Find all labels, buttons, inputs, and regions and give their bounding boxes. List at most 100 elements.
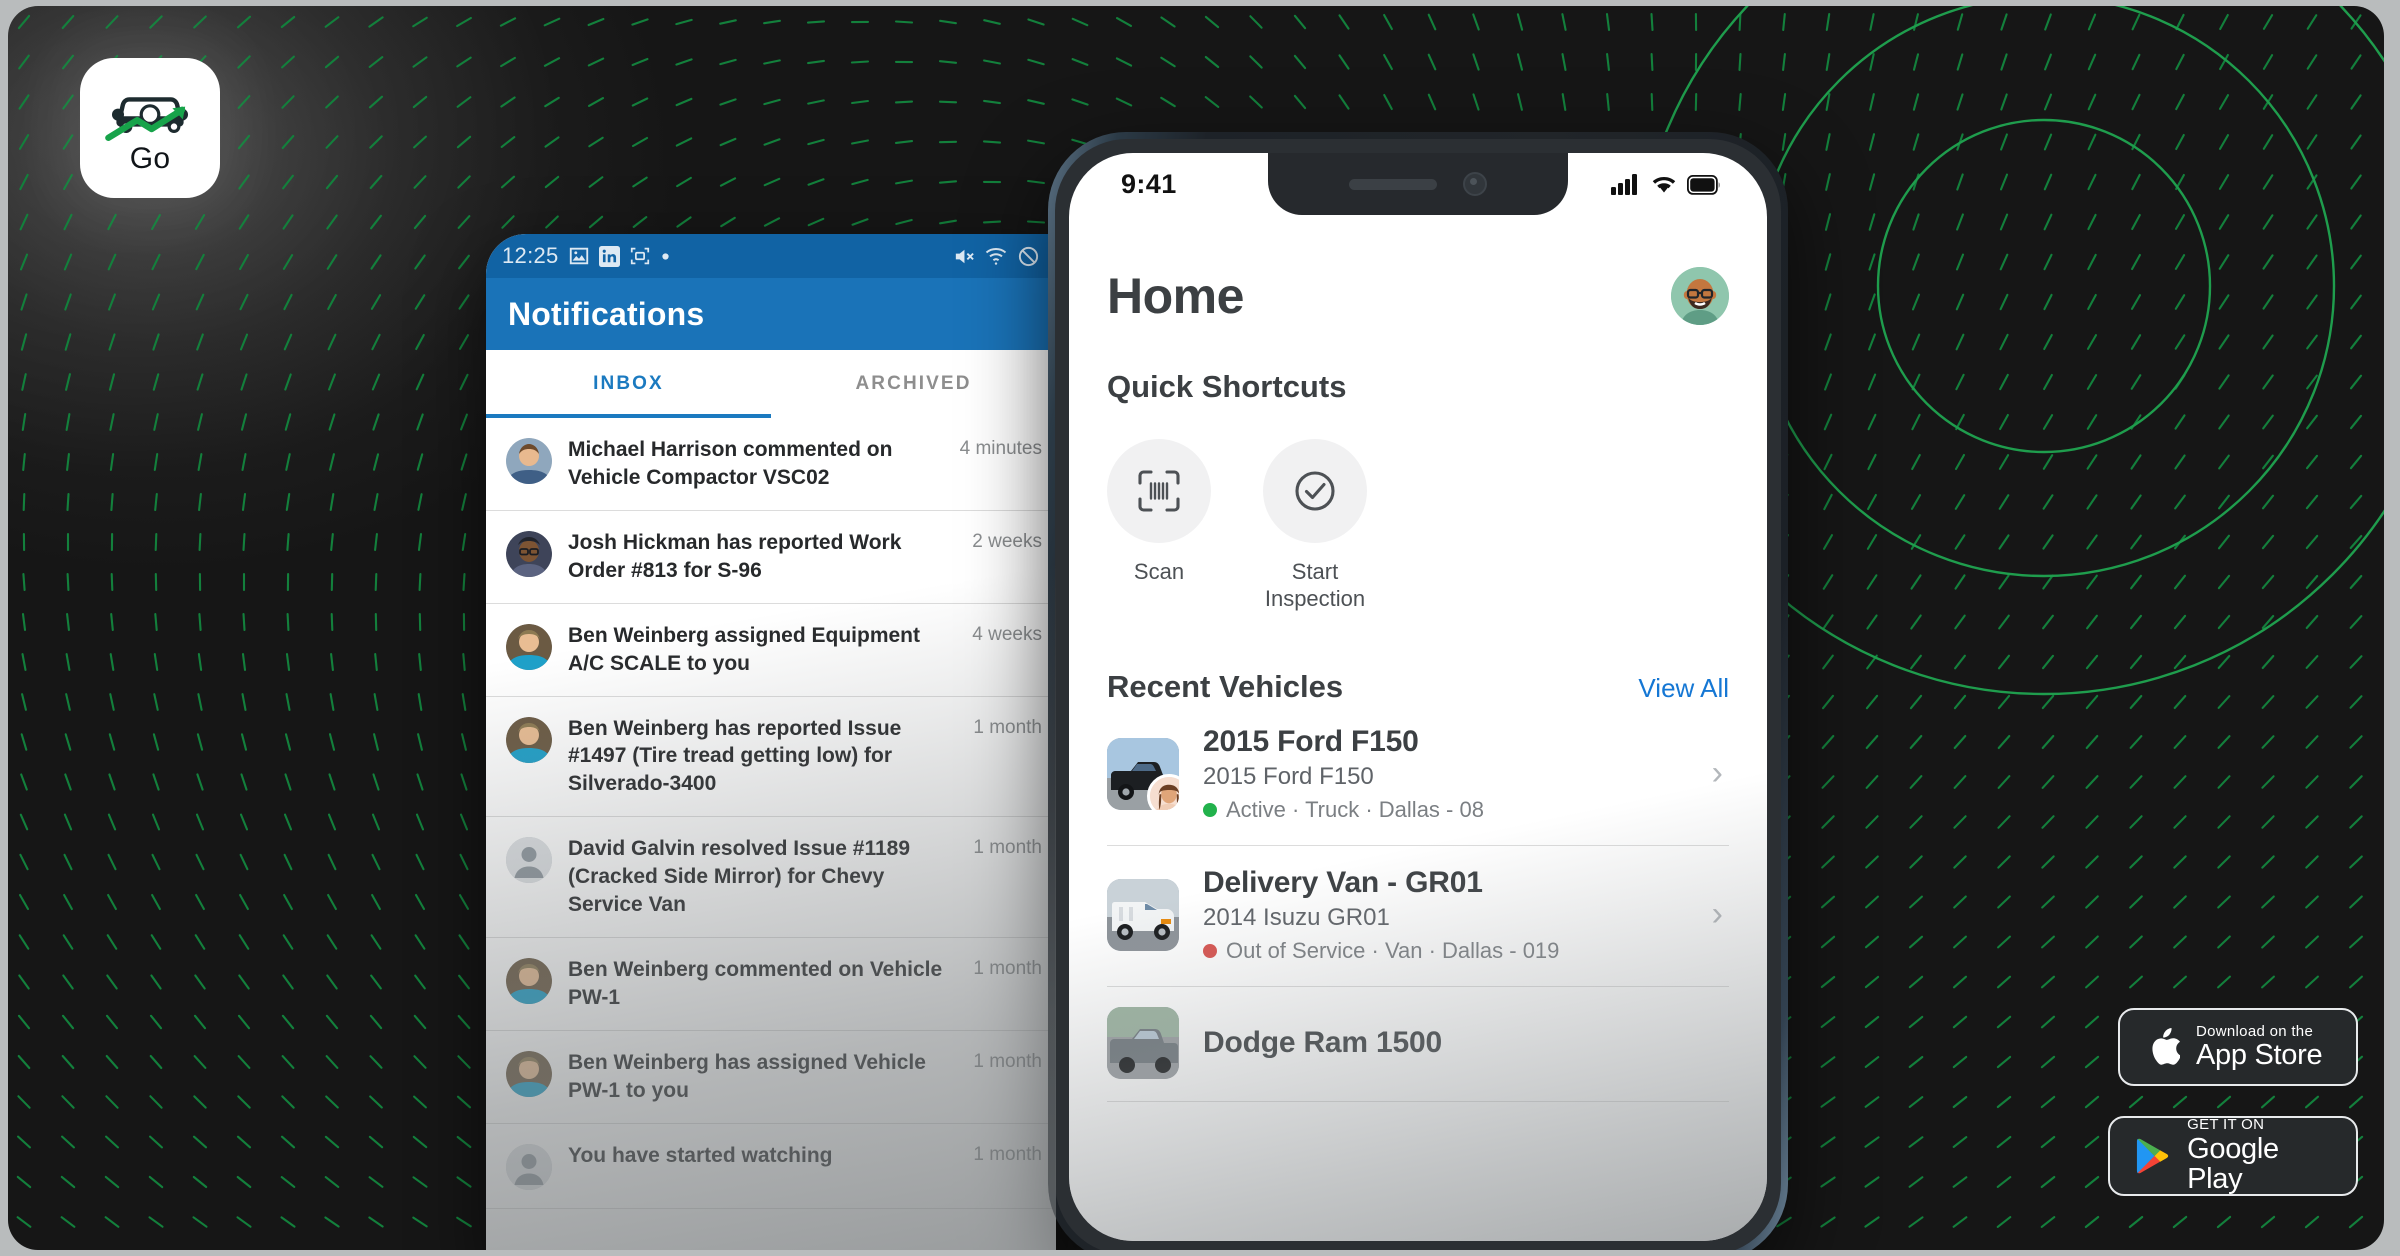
notification-text: Josh Hickman has reported Work Order #81… bbox=[568, 530, 902, 582]
notification-row[interactable]: Ben Weinberg has assigned Vehicle PW-1 t… bbox=[486, 1031, 1056, 1124]
shortcut-scan-label: Scan bbox=[1133, 559, 1185, 584]
notification-list: Michael Harrison commented on Vehicle Co… bbox=[486, 418, 1056, 1209]
vehicle-title: Delivery Van - GR01 bbox=[1203, 865, 1483, 899]
app-store-badge[interactable]: Download on the App Store bbox=[2118, 1008, 2358, 1086]
notification-text: Ben Weinberg assigned Equipment A/C SCAL… bbox=[568, 623, 920, 675]
notification-row[interactable]: You have started watching 1 month bbox=[486, 1124, 1056, 1209]
notification-time: 1 month bbox=[973, 716, 1042, 738]
do-not-disturb-icon bbox=[1018, 246, 1039, 266]
memoji-bald-glasses-beard-icon bbox=[1671, 267, 1729, 325]
notification-avatar bbox=[506, 716, 552, 763]
vehicle-info: Dodge Ram 1500 bbox=[1203, 1026, 1729, 1060]
vehicle-meta: Active · Truck · Dallas - 08 bbox=[1203, 797, 1688, 823]
notifications-title: Notifications bbox=[508, 295, 705, 332]
tab-archived[interactable]: ARCHIVED bbox=[771, 350, 1056, 418]
notification-text: Ben Weinberg commented on Vehicle PW-1 bbox=[568, 958, 943, 1009]
android-app-bar: Notifications bbox=[486, 278, 1056, 350]
vehicle-row[interactable]: Dodge Ram 1500 bbox=[1107, 987, 1729, 1102]
notification-text: You have started watching bbox=[568, 1143, 833, 1167]
quick-shortcuts-title: Quick Shortcuts bbox=[1107, 369, 1347, 404]
notification-row[interactable]: Ben Weinberg has reported Issue #1497 (T… bbox=[486, 697, 1056, 818]
promo-canvas: Go 12:25 Notifications INBOX ARCHIVED Mi… bbox=[0, 0, 2400, 1256]
quick-shortcuts-list: Scan Start Inspection bbox=[1107, 439, 1729, 613]
avatar[interactable] bbox=[1671, 267, 1729, 325]
notification-avatar bbox=[506, 1050, 552, 1097]
dot-icon bbox=[661, 252, 669, 260]
notification-time: 1 month bbox=[973, 958, 1042, 980]
notification-time: 1 month bbox=[973, 1050, 1042, 1072]
vehicle-subtitle: 2014 Isuzu GR01 bbox=[1203, 903, 1390, 931]
notification-time: 1 month bbox=[973, 1143, 1042, 1165]
cellular-icon bbox=[1611, 174, 1637, 195]
car-growth-icon bbox=[105, 97, 188, 141]
linkedin-icon bbox=[598, 245, 620, 267]
vehicle-thumbnail bbox=[1107, 878, 1179, 951]
notification-text: David Galvin resolved Issue #1189 (Crack… bbox=[568, 837, 911, 917]
notification-avatar bbox=[506, 1143, 552, 1190]
shortcut-inspection-circle bbox=[1263, 439, 1367, 543]
notification-time: 4 weeks bbox=[972, 623, 1042, 645]
shortcut-scan-circle bbox=[1107, 439, 1211, 543]
ios-status-bar: 9:41 bbox=[1069, 153, 1767, 215]
notification-text: Ben Weinberg has reported Issue #1497 (T… bbox=[568, 716, 902, 796]
mute-icon bbox=[955, 249, 974, 263]
google-play-badge[interactable]: GET IT ON Google Play bbox=[2108, 1116, 2358, 1196]
android-screenshot: 12:25 Notifications INBOX ARCHIVED Micha… bbox=[486, 234, 1056, 1250]
vehicle-info: 2015 Ford F150 2015 Ford F150 Active · Tru… bbox=[1203, 725, 1688, 823]
wifi-icon bbox=[985, 248, 1007, 265]
page-title: Home bbox=[1107, 268, 1244, 324]
google-play-icon bbox=[2136, 1138, 2169, 1174]
vehicle-meta: Out of Service · Van · Dallas - 019 bbox=[1203, 938, 1688, 964]
vehicle-thumbnail bbox=[1107, 737, 1179, 810]
android-status-bar: 12:25 bbox=[486, 234, 1056, 278]
notification-row[interactable]: Michael Harrison commented on Vehicle Co… bbox=[486, 418, 1056, 511]
app-icon-label: Go bbox=[129, 142, 171, 175]
shortcut-start-inspection[interactable]: Start Inspection bbox=[1263, 439, 1367, 613]
vehicle-title: 2015 Ford F150 bbox=[1203, 724, 1419, 758]
recent-vehicles-title: Recent Vehicles bbox=[1107, 668, 1344, 704]
notification-avatar bbox=[506, 623, 552, 670]
app-icon: Go bbox=[80, 58, 220, 198]
vehicle-row[interactable]: Delivery Van - GR01 2014 Isuzu GR01 Out of… bbox=[1107, 846, 1729, 987]
vehicle-row[interactable]: 2015 Ford F150 2015 Ford F150 Active · Tru… bbox=[1107, 705, 1729, 846]
iphone-screen: 9:41 Home Quick Shortcuts Scan Start Ins… bbox=[1069, 153, 1767, 1241]
notification-row[interactable]: Ben Weinberg commented on Vehicle PW-1 1 … bbox=[486, 938, 1056, 1031]
notification-row[interactable]: Josh Hickman has reported Work Order #81… bbox=[486, 511, 1056, 604]
app-store-line2: App Store bbox=[2196, 1039, 2323, 1072]
home-screen-content: Home Quick Shortcuts Scan Start Inspecti… bbox=[1069, 267, 1767, 1102]
ios-clock: 9:41 bbox=[1121, 168, 1177, 199]
screenshot-icon bbox=[630, 247, 649, 265]
image-icon bbox=[569, 247, 588, 265]
check-circle-icon bbox=[1295, 471, 1335, 511]
shortcut-scan[interactable]: Scan bbox=[1107, 439, 1211, 613]
notification-text: Ben Weinberg has assigned Vehicle PW-1 t… bbox=[568, 1050, 926, 1102]
recent-vehicles-header: Recent Vehicles View All bbox=[1107, 669, 1729, 705]
view-all-link[interactable]: View All bbox=[1638, 673, 1729, 704]
google-play-line1: GET IT ON bbox=[2187, 1116, 2265, 1134]
vehicle-info: Delivery Van - GR01 2014 Isuzu GR01 Out of… bbox=[1203, 866, 1688, 964]
tab-inbox[interactable]: INBOX bbox=[486, 350, 771, 418]
notification-row[interactable]: Ben Weinberg assigned Equipment A/C SCAL… bbox=[486, 604, 1056, 697]
dark-background-card: Go 12:25 Notifications INBOX ARCHIVED Mi… bbox=[8, 6, 2384, 1250]
vehicle-title: Dodge Ram 1500 bbox=[1203, 1025, 1442, 1059]
notification-time: 2 weeks bbox=[972, 530, 1042, 552]
notifications-tabs: INBOX ARCHIVED bbox=[486, 350, 1056, 418]
vehicle-thumbnail bbox=[1107, 1006, 1179, 1079]
tab-indicator bbox=[486, 414, 771, 418]
chevron-right-icon: › bbox=[1711, 754, 1723, 793]
apple-logo-icon bbox=[2152, 1028, 2180, 1065]
notification-row[interactable]: David Galvin resolved Issue #1189 (Crack… bbox=[486, 817, 1056, 939]
iphone-frame: 9:41 Home Quick Shortcuts Scan Start Ins… bbox=[1048, 132, 1788, 1250]
notification-time: 4 minutes bbox=[959, 438, 1042, 459]
notification-time: 1 month bbox=[973, 837, 1042, 859]
status-dot bbox=[1203, 802, 1217, 817]
home-header: Home bbox=[1107, 267, 1729, 325]
notification-avatar bbox=[506, 837, 552, 884]
vehicle-meta-text: Out of Service · Van · Dallas - 019 bbox=[1226, 937, 1560, 963]
vehicle-subtitle: 2015 Ford F150 bbox=[1203, 762, 1374, 790]
wifi-icon bbox=[1652, 177, 1676, 193]
battery-icon bbox=[1687, 175, 1720, 195]
status-dot bbox=[1203, 943, 1217, 958]
app-store-line1: Download on the bbox=[2196, 1022, 2314, 1040]
google-play-line2: Google Play bbox=[2187, 1132, 2279, 1196]
